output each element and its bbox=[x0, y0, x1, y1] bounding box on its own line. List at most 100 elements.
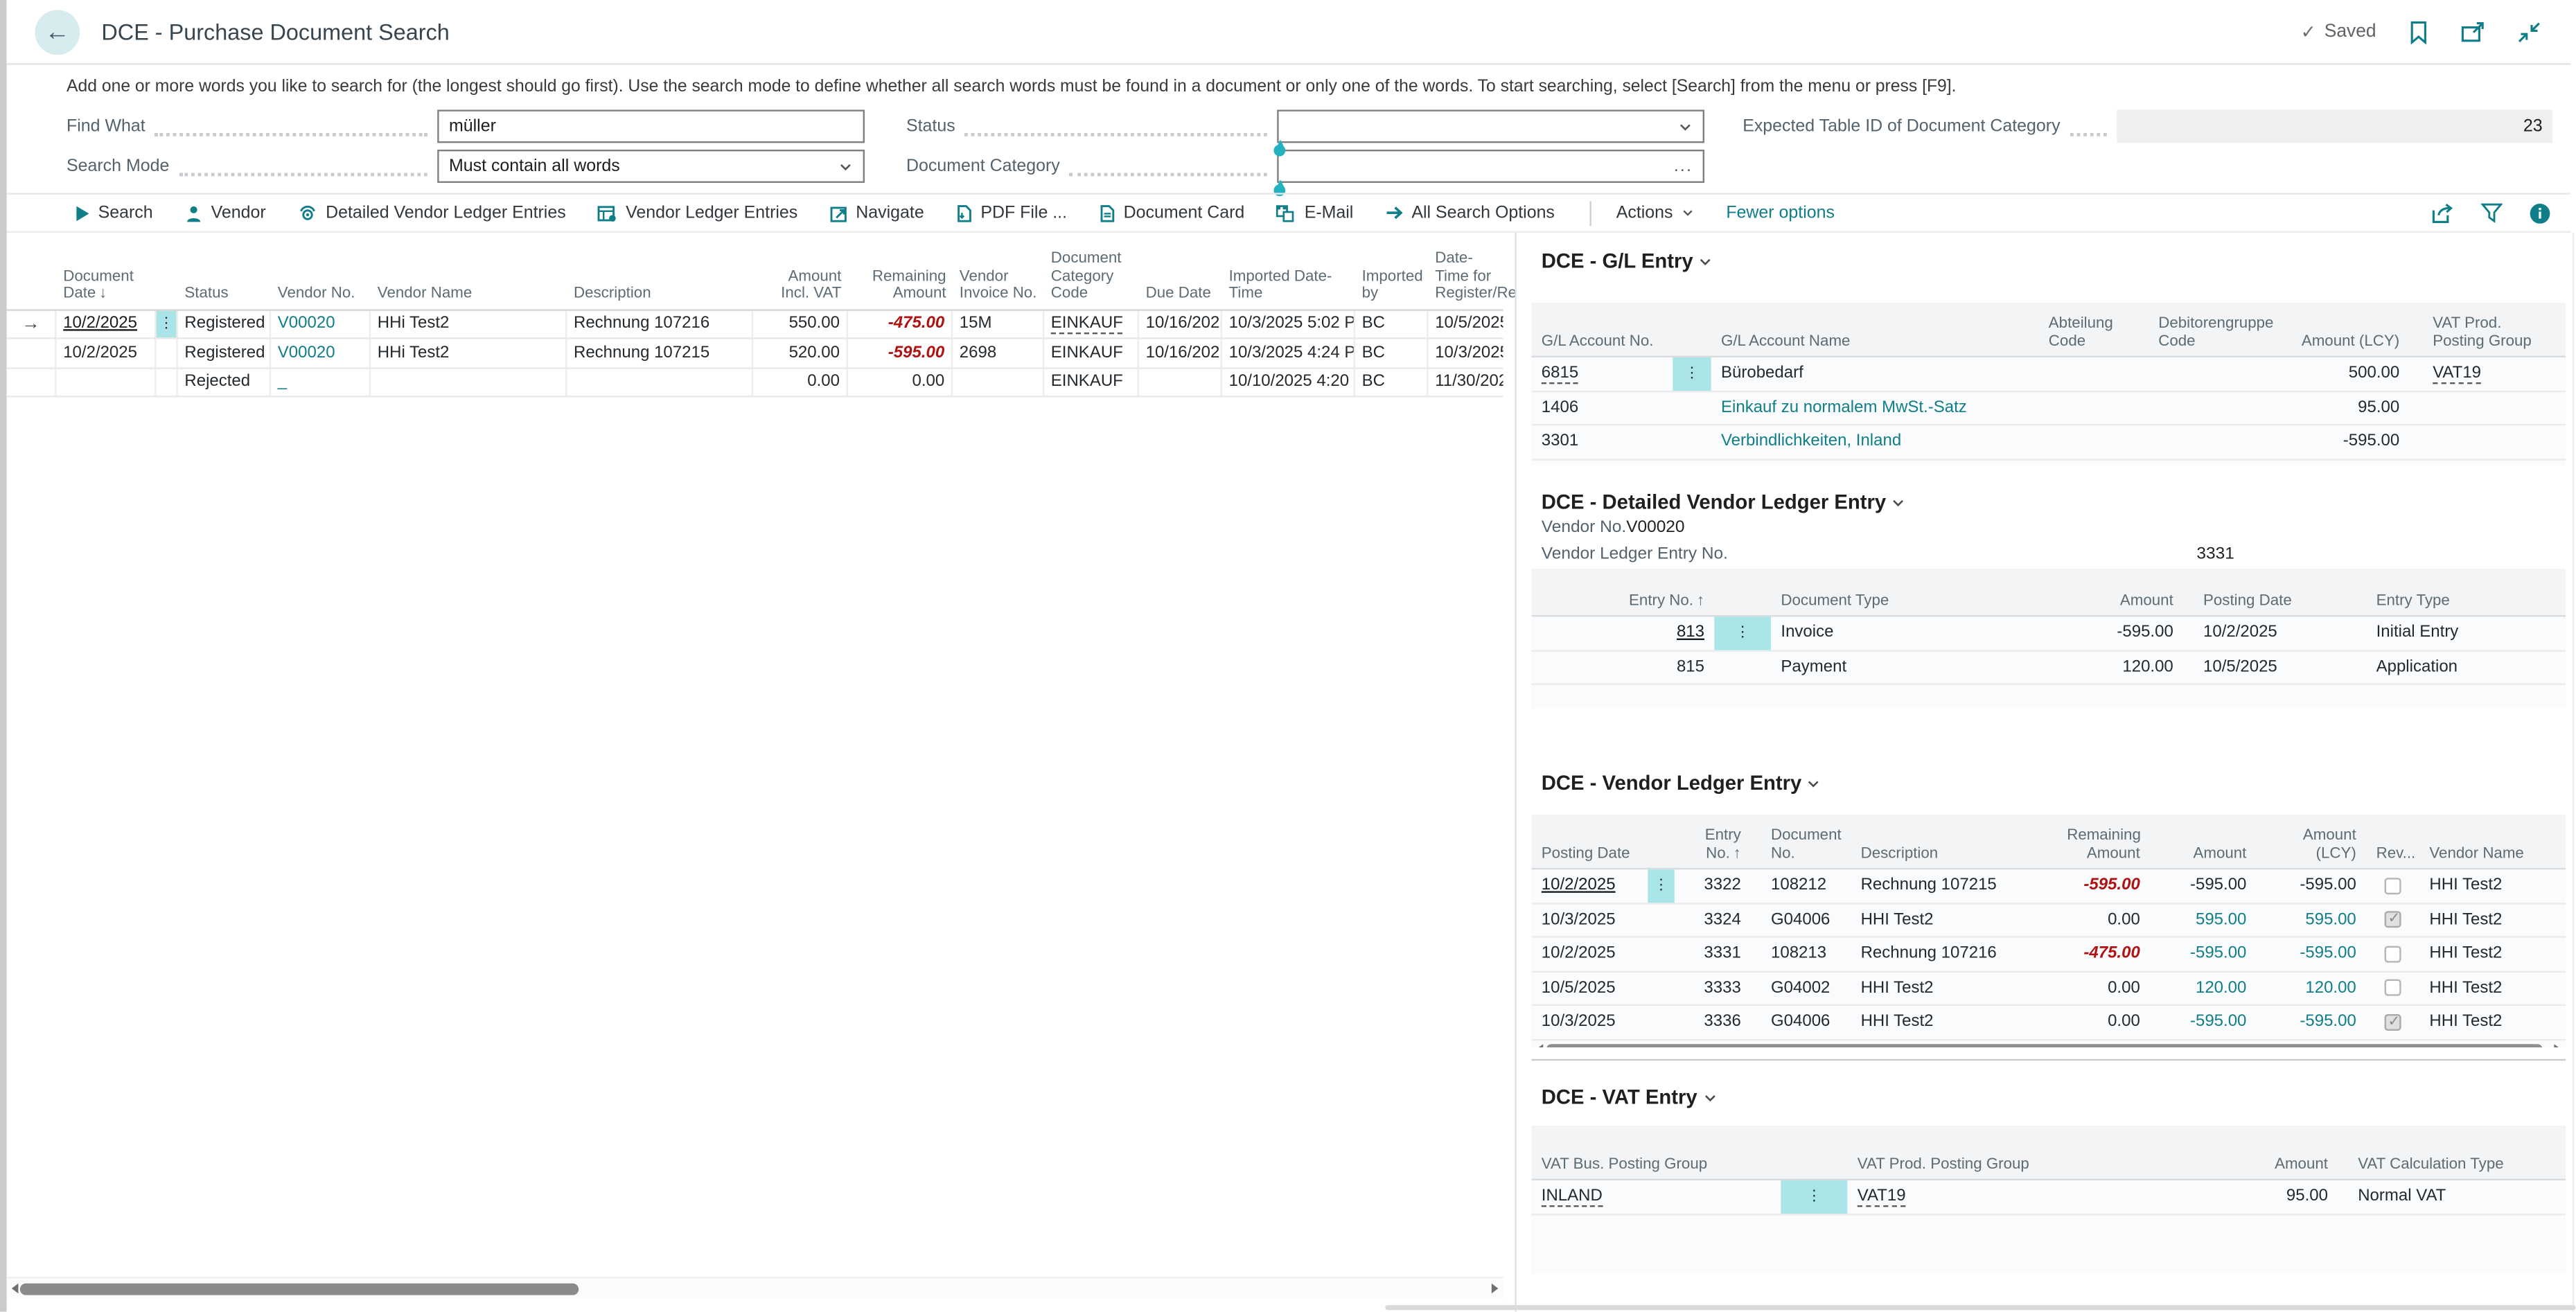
pdf-file-action[interactable]: PDF File ... bbox=[955, 204, 1067, 222]
scroll-left-icon[interactable] bbox=[1537, 1043, 1544, 1047]
vendor-ledger-section-title[interactable]: DCE - Vendor Ledger Entry bbox=[1542, 772, 1821, 795]
document-no-cell[interactable]: G04002 bbox=[1751, 972, 1851, 1004]
gl-account-no-cell[interactable]: 1406 bbox=[1531, 391, 1673, 424]
filter-icon[interactable] bbox=[2481, 203, 2503, 223]
reversed-checkbox[interactable] bbox=[2385, 979, 2401, 996]
amount-lcy-cell[interactable]: -595.00 bbox=[2257, 1006, 2366, 1038]
col-document-category-code[interactable]: Document Category Code bbox=[1044, 249, 1139, 308]
vat-entry-section-title[interactable]: DCE - VAT Entry bbox=[1542, 1085, 1718, 1109]
gl-row[interactable]: 6815 ⋮ Bürobedarf 500.00 VAT19 bbox=[1531, 357, 2566, 391]
document-date-cell[interactable]: 10/2/2025 bbox=[57, 310, 157, 338]
description-cell[interactable]: Rechnung 107215 bbox=[1851, 869, 2057, 902]
scrollbar-thumb[interactable] bbox=[1546, 1043, 2543, 1047]
row-menu-button[interactable]: ⋮ bbox=[1673, 357, 1711, 390]
col-vat-calculation-type[interactable]: VAT Calculation Type bbox=[2338, 1155, 2564, 1179]
vendor-ledger-horizontal-scrollbar[interactable] bbox=[1531, 1040, 2566, 1047]
description-cell[interactable]: HHI Test2 bbox=[1851, 972, 2057, 1004]
abteilung-code-cell[interactable] bbox=[2038, 391, 2148, 424]
document-category-input[interactable]: ... bbox=[1277, 150, 1704, 183]
vat-prod-posting-group-cell[interactable]: VAT19 bbox=[2410, 357, 2564, 390]
col-remaining-amount[interactable]: Remaining Amount bbox=[2057, 826, 2150, 868]
description-cell[interactable]: Rechnung 107215 bbox=[567, 339, 753, 367]
col-amount-lcy[interactable]: Amount (LCY) bbox=[2263, 332, 2409, 356]
entry-no-cell[interactable]: 3333 bbox=[1675, 972, 1751, 1004]
gl-entry-section-title[interactable]: DCE - G/L Entry bbox=[1542, 249, 1713, 273]
vat-calculation-type-cell[interactable]: Normal VAT bbox=[2338, 1180, 2564, 1213]
open-in-new-window-icon[interactable] bbox=[2461, 21, 2486, 42]
entry-no-cell[interactable]: 815 bbox=[1531, 651, 1714, 684]
amount-incl-vat-cell[interactable]: 0.00 bbox=[753, 369, 848, 396]
result-row[interactable]: → 10/2/2025 ⋮ Registered V00020 HHi Test… bbox=[7, 310, 1503, 339]
amount-incl-vat-cell[interactable]: 520.00 bbox=[753, 339, 848, 367]
vendor-name-cell[interactable]: HHI Test2 bbox=[2419, 869, 2564, 902]
imported-by-cell[interactable]: BC bbox=[1355, 369, 1429, 396]
vendor-name-cell[interactable]: HHI Test2 bbox=[2419, 972, 2564, 1004]
col-status[interactable]: Status bbox=[178, 284, 271, 308]
detailed-vle-row[interactable]: 813 ⋮ Invoice -595.00 10/2/2025 Initial … bbox=[1531, 617, 2566, 650]
document-no-cell[interactable]: G04006 bbox=[1751, 1006, 1851, 1038]
col-vendor-no[interactable]: Vendor No. bbox=[271, 284, 371, 308]
debitorengruppe-code-cell[interactable] bbox=[2149, 391, 2264, 424]
amount-lcy-cell[interactable]: -595.00 bbox=[2257, 938, 2366, 970]
col-due-date[interactable]: Due Date bbox=[1139, 284, 1222, 308]
gl-row[interactable]: 1406 Einkauf zu normalem MwSt.-Satz 95.0… bbox=[1531, 391, 2566, 425]
entry-no-cell[interactable]: 3331 bbox=[1675, 938, 1751, 970]
imported-by-cell[interactable]: BC bbox=[1355, 310, 1429, 338]
col-imported-datetime[interactable]: Imported Date-Time bbox=[1222, 267, 1355, 308]
doc-category-code-cell[interactable]: EINKAUF bbox=[1044, 310, 1139, 338]
search-mode-select[interactable]: Must contain all words bbox=[437, 150, 865, 183]
col-vendor-name[interactable]: Vendor Name bbox=[2419, 844, 2564, 868]
vendor-name-cell[interactable]: HHI Test2 bbox=[2419, 903, 2564, 936]
document-date-cell[interactable] bbox=[57, 369, 157, 396]
imported-datetime-cell[interactable]: 10/3/2025 5:02 P... bbox=[1222, 310, 1355, 338]
amount-lcy-cell[interactable]: 595.00 bbox=[2257, 903, 2366, 936]
result-row[interactable]: Rejected _ 0.00 0.00 EINKAUF 10/10/2025 … bbox=[7, 369, 1503, 398]
posting-date-cell[interactable]: 10/3/2025 bbox=[1531, 903, 1648, 936]
col-vat-prod-posting-group[interactable]: VAT Prod. Posting Group bbox=[1847, 1155, 2063, 1179]
selection-grip-icon[interactable] bbox=[1273, 145, 1285, 157]
document-no-cell[interactable]: G04006 bbox=[1751, 903, 1851, 936]
col-amount-lcy[interactable]: Amount (LCY) bbox=[2257, 826, 2366, 868]
document-no-cell[interactable]: 108213 bbox=[1751, 938, 1851, 970]
col-amount[interactable]: Amount bbox=[2063, 1155, 2338, 1179]
vendor-name-cell[interactable]: HHI Test2 bbox=[2419, 1006, 2564, 1038]
vendor-ledger-row[interactable]: 10/2/2025 3331 108213 Rechnung 107216 -4… bbox=[1531, 938, 2566, 972]
document-type-cell[interactable]: Invoice bbox=[1771, 617, 2063, 649]
col-vendor-name[interactable]: Vendor Name bbox=[371, 284, 567, 308]
col-vendor-invoice-no[interactable]: Vendor Invoice No. bbox=[953, 267, 1044, 308]
bookmark-icon[interactable] bbox=[2408, 19, 2429, 44]
amount-cell[interactable]: -595.00 bbox=[2150, 869, 2257, 902]
vendor-name-cell[interactable] bbox=[371, 369, 567, 396]
detailed-vendor-ledger-entries-action[interactable]: Detailed Vendor Ledger Entries bbox=[297, 204, 565, 222]
vat-prod-posting-group-cell[interactable] bbox=[2410, 391, 2564, 424]
row-menu-button[interactable]: ⋮ bbox=[157, 310, 178, 338]
document-date-cell[interactable]: 10/2/2025 bbox=[57, 339, 157, 367]
entry-no-cell[interactable]: 3336 bbox=[1675, 1006, 1751, 1038]
vendor-action[interactable]: Vendor bbox=[184, 204, 265, 222]
scroll-left-icon[interactable] bbox=[12, 1284, 19, 1293]
gl-account-no-cell[interactable]: 6815 bbox=[1531, 357, 1673, 390]
col-register-datetime[interactable]: Date-Time for Register/Reject bbox=[1429, 249, 1503, 308]
col-document-type[interactable]: Document Type bbox=[1771, 591, 2063, 615]
remaining-amount-cell[interactable]: -595.00 bbox=[848, 339, 953, 367]
debitorengruppe-code-cell[interactable] bbox=[2149, 425, 2264, 458]
search-action[interactable]: Search bbox=[73, 204, 153, 222]
vendor-ledger-row[interactable]: 10/2/2025 ⋮ 3322 108212 Rechnung 107215 … bbox=[1531, 869, 2566, 903]
status-cell[interactable]: Registered bbox=[178, 339, 271, 367]
amount-lcy-cell[interactable]: 95.00 bbox=[2263, 391, 2409, 424]
col-abteilung-code[interactable]: Abteilung Code bbox=[2038, 314, 2148, 356]
all-search-options-action[interactable]: All Search Options bbox=[1385, 204, 1555, 222]
col-entry-no[interactable]: Entry No.↑ bbox=[1531, 591, 1714, 615]
entry-no-cell[interactable]: 3322 bbox=[1675, 869, 1751, 902]
entry-type-cell[interactable]: Application bbox=[2313, 651, 2564, 684]
reversed-checkbox[interactable] bbox=[2385, 878, 2401, 894]
entry-no-cell[interactable]: 3324 bbox=[1675, 903, 1751, 936]
col-amount-incl-vat[interactable]: Amount Incl. VAT bbox=[753, 267, 848, 308]
col-entry-type[interactable]: Entry Type bbox=[2313, 591, 2564, 615]
col-vat-bus-posting-group[interactable]: VAT Bus. Posting Group bbox=[1531, 1155, 1781, 1179]
vat-bus-posting-group-cell[interactable]: INLAND bbox=[1531, 1180, 1781, 1213]
register-datetime-cell[interactable]: 10/3/2025 4:3... bbox=[1429, 339, 1503, 367]
vat-prod-posting-group-cell[interactable]: VAT19 bbox=[1847, 1180, 2063, 1213]
fewer-options-link[interactable]: Fewer options bbox=[1726, 204, 1835, 222]
amount-lcy-cell[interactable]: 120.00 bbox=[2257, 972, 2366, 1004]
